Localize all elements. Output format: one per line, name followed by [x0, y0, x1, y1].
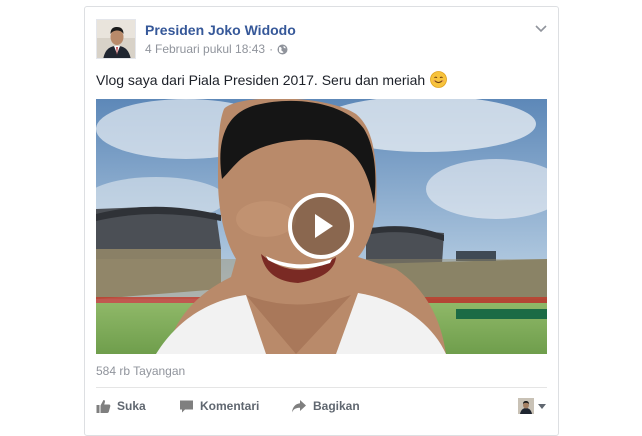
- share-arrow-icon: [292, 399, 306, 412]
- audience-selector[interactable]: [518, 395, 547, 417]
- avatar[interactable]: [96, 19, 136, 59]
- comment-button[interactable]: Komentari: [179, 395, 259, 417]
- chevron-down-icon[interactable]: [534, 21, 548, 33]
- author-name-link[interactable]: Presiden Joko Widodo: [145, 22, 296, 38]
- post-meta: 4 Februari pukul 18:43 ·: [145, 42, 288, 56]
- meta-separator: ·: [269, 42, 274, 56]
- comment-label: Komentari: [200, 399, 260, 413]
- view-count[interactable]: 584 rb Tayangan: [96, 364, 185, 378]
- post-text: Vlog saya dari Piala Presiden 2017. Seru…: [96, 71, 448, 88]
- action-bar: Suka Komentari Bagikan: [96, 395, 547, 419]
- post-text-content: Vlog saya dari Piala Presiden 2017. Seru…: [96, 71, 426, 88]
- thumbs-up-icon: [96, 399, 111, 413]
- post-timestamp[interactable]: 4 Februari pukul 18:43: [145, 42, 265, 56]
- globe-icon[interactable]: [277, 44, 288, 55]
- caret-down-icon: [538, 404, 546, 409]
- share-label: Bagikan: [313, 399, 360, 413]
- play-button[interactable]: [288, 193, 354, 259]
- post-card: Presiden Joko Widodo 4 Februari pukul 18…: [84, 6, 559, 436]
- video-player[interactable]: [96, 99, 547, 354]
- like-label: Suka: [117, 399, 146, 413]
- smiling-face-emoji-icon: [430, 71, 448, 88]
- play-icon: [315, 214, 333, 238]
- divider: [96, 387, 547, 388]
- comment-icon: [180, 400, 193, 412]
- share-button[interactable]: Bagikan: [291, 395, 360, 417]
- like-button[interactable]: Suka: [96, 395, 146, 417]
- page-avatar-icon: [518, 398, 534, 414]
